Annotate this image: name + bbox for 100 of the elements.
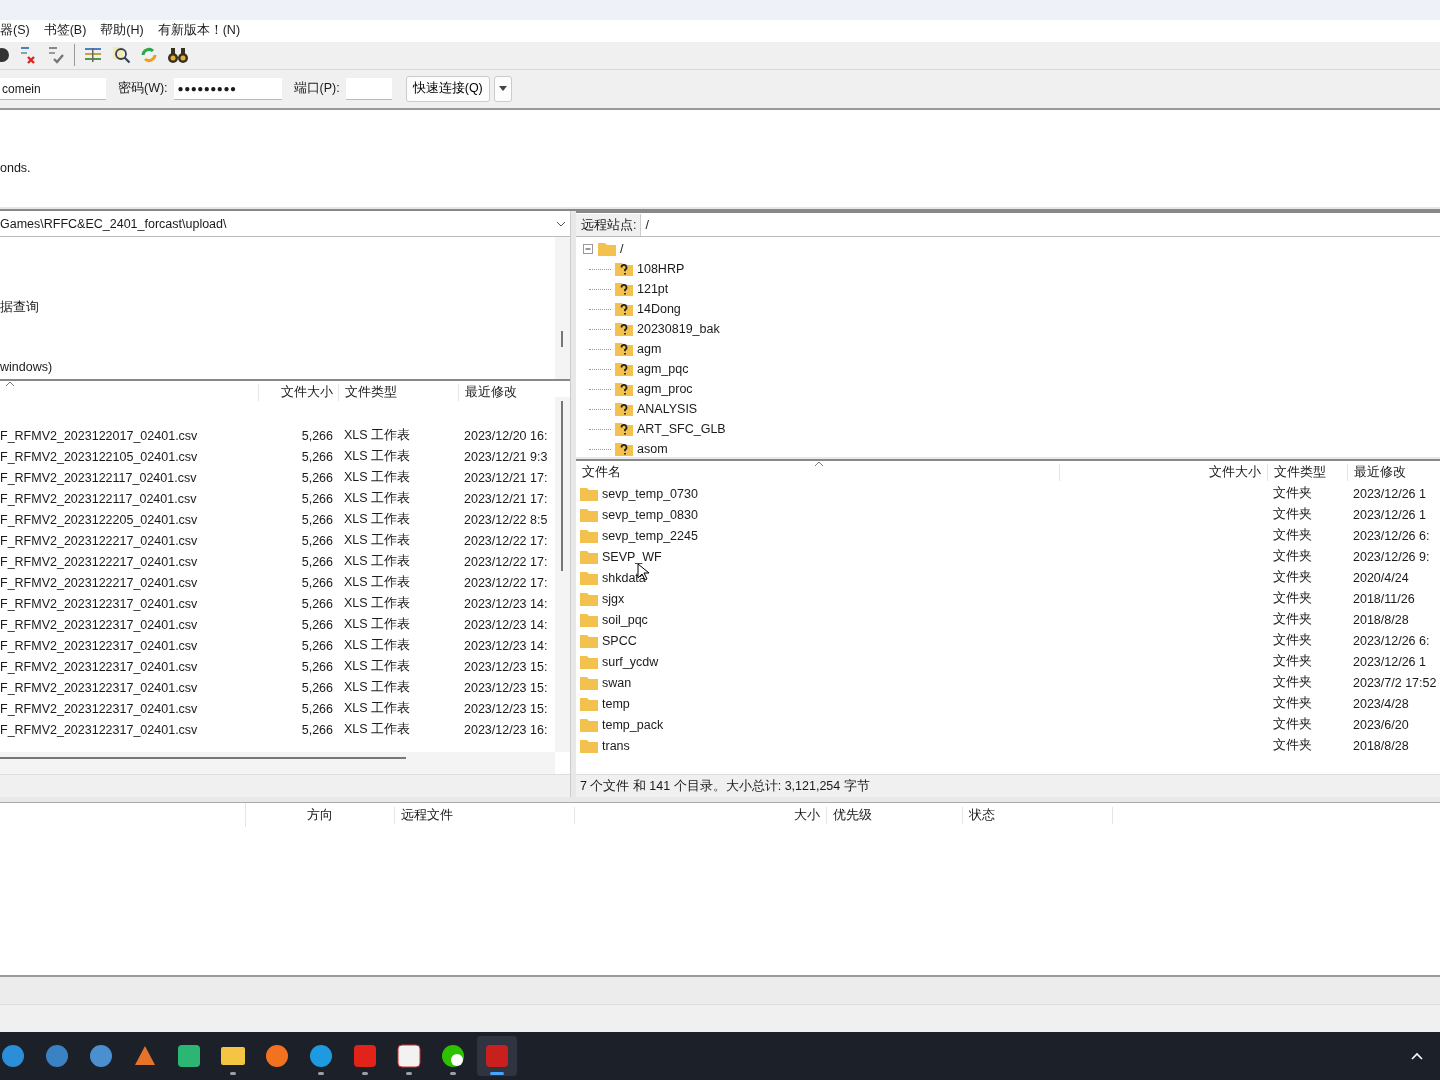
column-header[interactable]: 文件大小 bbox=[1059, 463, 1267, 481]
file-name[interactable]: F_RFMV2_2023122217_02401.csv bbox=[0, 554, 258, 569]
local-path-field[interactable]: Games\RFFC&EC_2401_forcast\upload\ bbox=[0, 211, 570, 238]
file-type: XLS 工作表 bbox=[343, 490, 412, 508]
file-name[interactable]: F_RFMV2_2023122217_02401.csv bbox=[0, 533, 258, 548]
file-name[interactable]: F_RFMV2_2023122205_02401.csv bbox=[0, 512, 258, 527]
unknown-folder-icon bbox=[615, 382, 633, 397]
file-date: 2018/8/28 bbox=[1352, 738, 1410, 753]
file-name[interactable]: F_RFMV2_2023122317_02401.csv bbox=[0, 638, 258, 653]
tree-item[interactable]: 121pt bbox=[637, 282, 669, 297]
tree-item[interactable]: / bbox=[620, 242, 624, 257]
file-type: 文件夹 bbox=[1272, 716, 1313, 734]
binoculars-icon[interactable] bbox=[167, 45, 189, 66]
column-header[interactable]: 文件类型 bbox=[338, 383, 458, 401]
tree-item[interactable]: asom bbox=[637, 442, 668, 457]
unknown-folder-icon bbox=[615, 322, 633, 337]
file-type: 文件夹 bbox=[1272, 674, 1313, 692]
menu-item[interactable]: 帮助(H) bbox=[100, 22, 144, 40]
file-name[interactable]: F_RFMV2_2023122017_02401.csv bbox=[0, 428, 258, 443]
column-header[interactable]: 最近修改 bbox=[1347, 463, 1440, 481]
username-field[interactable]: comein bbox=[0, 77, 106, 100]
menu-item[interactable]: 器(S) bbox=[0, 22, 30, 40]
folder-name[interactable]: SEVP_WF bbox=[602, 549, 662, 564]
tree-item[interactable]: agm_pqc bbox=[637, 362, 689, 377]
file-date: 2023/12/20 16: bbox=[463, 428, 549, 443]
folder-name[interactable]: sevp_temp_0830 bbox=[602, 507, 698, 522]
column-header[interactable]: 大小 bbox=[575, 806, 826, 824]
folder-name[interactable]: sjgx bbox=[602, 591, 625, 606]
column-header[interactable]: 状态 bbox=[963, 806, 1113, 824]
collapse-icon[interactable] bbox=[583, 243, 594, 255]
column-header[interactable]: 方向 bbox=[246, 806, 395, 824]
check-icon[interactable] bbox=[46, 45, 66, 66]
tree-item[interactable]: agm_proc bbox=[637, 382, 693, 397]
tree-item[interactable]: windows) bbox=[0, 357, 53, 378]
folder-name[interactable]: soil_pqc bbox=[602, 612, 648, 627]
chevron-up-icon[interactable] bbox=[1410, 1051, 1424, 1062]
remote-path-field[interactable]: / bbox=[641, 217, 1440, 232]
file-size: 5,266 bbox=[300, 659, 334, 674]
column-header[interactable]: 优先级 bbox=[826, 806, 963, 824]
file-name[interactable]: F_RFMV2_2023122117_02401.csv bbox=[0, 470, 258, 485]
file-type: XLS 工作表 bbox=[343, 469, 412, 487]
column-header[interactable]: 文件名 bbox=[576, 463, 1059, 481]
scrollbar[interactable] bbox=[0, 752, 555, 775]
menu-item[interactable]: 书签(B) bbox=[43, 22, 87, 40]
caret-icon bbox=[498, 86, 507, 92]
folder-name[interactable]: sevp_temp_0730 bbox=[602, 486, 698, 501]
column-header[interactable]: 文件类型 bbox=[1267, 463, 1347, 481]
folder-name[interactable]: sevp_temp_2245 bbox=[602, 528, 698, 543]
file-type: XLS 工作表 bbox=[343, 574, 412, 592]
column-header[interactable]: 远程文件 bbox=[395, 806, 575, 824]
quickconnect-button[interactable]: 快速连接(Q) bbox=[405, 75, 490, 102]
tree-item[interactable]: 108HRP bbox=[637, 262, 685, 277]
tree-item[interactable]: 14Dong bbox=[637, 302, 681, 317]
file-name[interactable]: F_RFMV2_2023122105_02401.csv bbox=[0, 449, 258, 464]
file-name[interactable]: F_RFMV2_2023122217_02401.csv bbox=[0, 575, 258, 590]
folder-name[interactable]: temp_pack bbox=[602, 717, 664, 732]
file-date: 2023/12/21 9:3 bbox=[463, 449, 549, 464]
cancel-icon[interactable] bbox=[18, 45, 38, 66]
tree-item[interactable]: ANALYSIS bbox=[637, 402, 698, 417]
folder-name[interactable]: temp bbox=[602, 696, 630, 711]
file-type: XLS 工作表 bbox=[343, 448, 412, 466]
file-date: 2023/12/23 14: bbox=[463, 638, 549, 653]
file-name[interactable]: F_RFMV2_2023122117_02401.csv bbox=[0, 491, 258, 506]
folder-name[interactable]: trans bbox=[602, 738, 630, 753]
file-date: 2018/11/26 bbox=[1352, 591, 1416, 606]
folder-name[interactable]: swan bbox=[602, 675, 632, 690]
file-size: 5,266 bbox=[300, 638, 334, 653]
file-size: 5,266 bbox=[300, 722, 334, 737]
tree-item[interactable]: 20230819_bak bbox=[637, 322, 720, 337]
unknown-folder-icon bbox=[615, 422, 633, 437]
password-field[interactable]: ●●●●●●●●● bbox=[173, 77, 282, 100]
file-name[interactable]: F_RFMV2_2023122317_02401.csv bbox=[0, 659, 258, 674]
file-size: 5,266 bbox=[300, 449, 334, 464]
tree-item[interactable]: ART_SFC_GLB bbox=[637, 422, 726, 437]
scrollbar[interactable] bbox=[555, 397, 570, 753]
file-name[interactable]: F_RFMV2_2023122317_02401.csv bbox=[0, 680, 258, 695]
folder-icon bbox=[580, 612, 598, 627]
tree-item[interactable]: 据查询 bbox=[0, 297, 39, 318]
folder-icon bbox=[580, 549, 598, 564]
folder-name[interactable]: SPCC bbox=[602, 633, 637, 648]
menu-item[interactable]: 有新版本！(N) bbox=[157, 22, 241, 40]
column-header[interactable]: 文件大小 bbox=[258, 383, 338, 401]
file-size: 5,266 bbox=[300, 596, 334, 611]
unknown-folder-icon bbox=[615, 262, 633, 277]
port-field[interactable] bbox=[345, 77, 392, 100]
search-icon[interactable] bbox=[111, 45, 131, 66]
file-name[interactable]: F_RFMV2_2023122317_02401.csv bbox=[0, 722, 258, 737]
file-name[interactable]: F_RFMV2_2023122317_02401.csv bbox=[0, 596, 258, 611]
log-line: onds. bbox=[0, 160, 32, 175]
dropdown-button[interactable] bbox=[493, 75, 512, 102]
tree-item[interactable]: agm bbox=[637, 342, 662, 357]
remote-site-label: 远程站点: bbox=[576, 213, 642, 236]
file-name[interactable]: F_RFMV2_2023122317_02401.csv bbox=[0, 701, 258, 716]
file-type: XLS 工作表 bbox=[343, 595, 412, 613]
file-type: 文件夹 bbox=[1272, 632, 1313, 650]
scrollbar[interactable] bbox=[555, 237, 570, 380]
folder-name[interactable]: surf_ycdw bbox=[602, 654, 659, 669]
file-name[interactable]: F_RFMV2_2023122317_02401.csv bbox=[0, 617, 258, 632]
file-date: 2023/4/28 bbox=[1352, 696, 1410, 711]
folder-name[interactable]: shkdata bbox=[602, 570, 646, 585]
